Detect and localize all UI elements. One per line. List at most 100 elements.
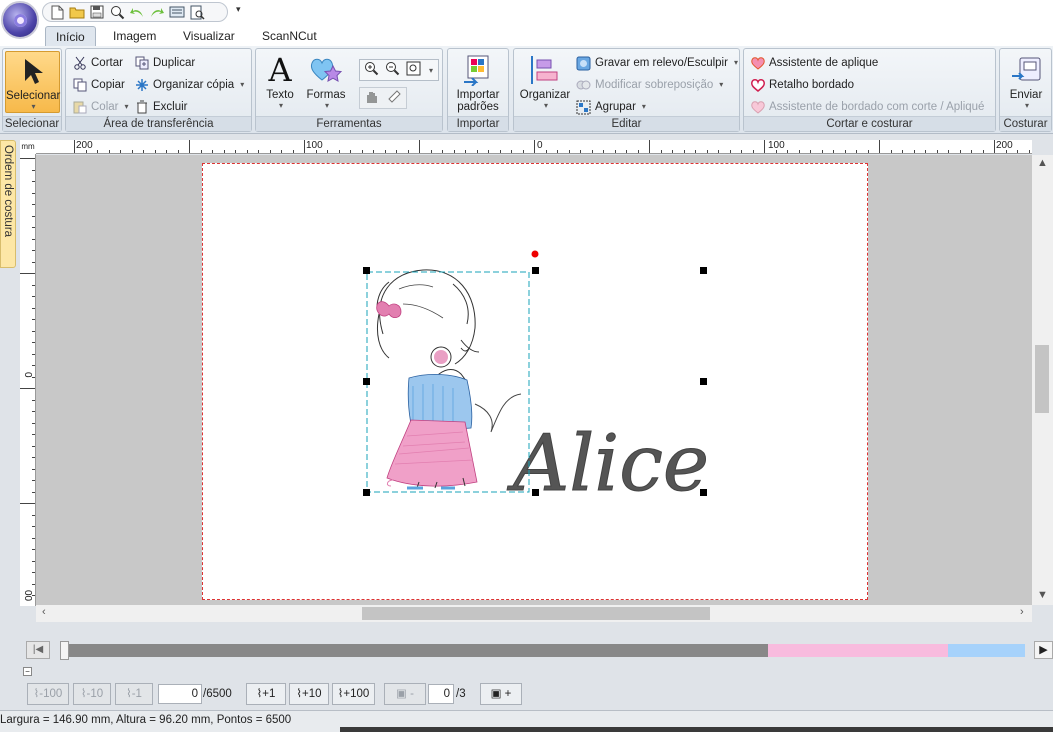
frame-icon: ▣ bbox=[396, 688, 411, 700]
stitch-minus-10-button[interactable]: ⌇-10 bbox=[73, 683, 111, 705]
open-folder-icon[interactable] bbox=[69, 4, 85, 20]
ruler-tick bbox=[960, 150, 961, 153]
save-icon[interactable] bbox=[89, 4, 105, 20]
vertical-scrollbar[interactable]: ▲ ▼ bbox=[1032, 155, 1053, 605]
cut-applique-wizard-label: Assistente de bordado com corte / Apliqu… bbox=[769, 101, 985, 113]
horizontal-scrollbar[interactable]: ‹ › bbox=[36, 605, 1032, 622]
arrange-copy-button[interactable]: Organizar cópia ▾ bbox=[134, 75, 244, 95]
duplicate-icon bbox=[134, 56, 149, 71]
scroll-down-icon[interactable]: ▼ bbox=[1037, 589, 1048, 601]
emboss-icon bbox=[576, 56, 591, 71]
collapse-toggle[interactable]: − bbox=[23, 667, 32, 676]
tab-inicio[interactable]: Início bbox=[45, 26, 96, 46]
sequence-color-segment[interactable] bbox=[948, 644, 1025, 657]
stitch-minus-100-button[interactable]: ⌇-100 bbox=[27, 683, 69, 705]
stitch-plus-1-button[interactable]: ⌇+1 bbox=[246, 683, 286, 705]
color-plus-button[interactable]: ▣ + bbox=[480, 683, 522, 705]
ruler-tick bbox=[189, 140, 190, 153]
embroidery-design[interactable]: Alice bbox=[203, 164, 869, 601]
zoom-icon[interactable] bbox=[109, 4, 125, 20]
tab-visualizar[interactable]: Visualizar bbox=[173, 26, 245, 46]
ruler-tick bbox=[546, 150, 547, 153]
paste-button[interactable]: Colar ▾ bbox=[72, 97, 129, 117]
design-page[interactable]: Alice bbox=[202, 163, 868, 600]
ruler-tick bbox=[810, 150, 811, 153]
ruler-tick bbox=[983, 150, 984, 153]
ruler-tick bbox=[914, 150, 915, 153]
duplicate-label: Duplicar bbox=[153, 57, 196, 69]
pan-hand-icon[interactable] bbox=[364, 89, 379, 107]
card-icon[interactable] bbox=[169, 4, 185, 20]
arrange-button[interactable]: Organizar ▾ bbox=[516, 51, 574, 110]
sequence-track[interactable] bbox=[64, 644, 1025, 657]
current-stitch-input[interactable]: 0 bbox=[158, 684, 202, 704]
girl-embroidery[interactable] bbox=[376, 269, 522, 490]
group-dropdown-icon: ▾ bbox=[641, 102, 646, 111]
ruler-tick bbox=[20, 388, 35, 389]
ruler-tick bbox=[707, 150, 708, 153]
quick-access-dropdown[interactable]: ▾ bbox=[236, 4, 241, 15]
ruler-tick bbox=[868, 150, 869, 153]
applique-wizard-button[interactable]: Assistente de aplique bbox=[750, 53, 878, 73]
tab-scanncut[interactable]: ScanNCut bbox=[252, 26, 327, 46]
zoom-in-icon[interactable] bbox=[364, 61, 379, 79]
sequence-start-button[interactable]: |◀ bbox=[26, 641, 50, 659]
patch-button[interactable]: Retalho bordado bbox=[750, 75, 854, 95]
scroll-right-icon[interactable]: › bbox=[1020, 606, 1024, 618]
cursor-arrow-icon bbox=[16, 54, 50, 88]
emboss-button[interactable]: Gravar em relevo/Esculpir ▾ bbox=[576, 53, 738, 73]
stitch-plus-100-button[interactable]: ⌇+100 bbox=[332, 683, 375, 705]
modify-overlap-label: Modificar sobreposição bbox=[595, 79, 714, 91]
color-minus-button[interactable]: ▣ - bbox=[384, 683, 426, 705]
delete-button[interactable]: Excluir bbox=[134, 97, 188, 117]
text-button[interactable]: A Texto ▾ bbox=[258, 51, 302, 110]
vertical-scroll-thumb[interactable] bbox=[1035, 345, 1049, 413]
stitch-plus-10-button[interactable]: ⌇+10 bbox=[289, 683, 329, 705]
app-menu-button[interactable] bbox=[1, 1, 39, 39]
sequence-color-segment[interactable] bbox=[768, 644, 948, 657]
ruler-tick bbox=[684, 150, 685, 153]
sequence-slider[interactable] bbox=[60, 641, 69, 660]
send-button[interactable]: Enviar ▾ bbox=[1002, 51, 1050, 110]
tab-imagem[interactable]: Imagem bbox=[103, 26, 166, 46]
rotate-handle[interactable] bbox=[531, 250, 539, 258]
ribbon-tabs: Início Imagem Visualizar ScanNCut bbox=[0, 26, 1053, 46]
new-file-icon[interactable] bbox=[49, 4, 65, 20]
copy-icon bbox=[72, 78, 87, 93]
hair-bow bbox=[376, 301, 402, 318]
cut-button[interactable]: Cortar bbox=[72, 53, 123, 73]
preview-icon[interactable] bbox=[189, 4, 205, 20]
group-button[interactable]: Agrupar ▾ bbox=[576, 97, 646, 117]
stitch-minus-1-button[interactable]: ⌇-1 bbox=[115, 683, 153, 705]
sequence-color-segment[interactable] bbox=[64, 644, 768, 657]
scroll-left-icon[interactable]: ‹ bbox=[42, 606, 46, 618]
shapes-button[interactable]: Formas ▾ bbox=[304, 51, 348, 110]
select-button[interactable]: Selecionar ▾ bbox=[5, 51, 60, 113]
redo-icon[interactable] bbox=[149, 4, 165, 20]
design-workarea[interactable]: Alice bbox=[36, 155, 1032, 605]
sewing-order-side-tab[interactable]: Ordem de costura bbox=[0, 140, 16, 268]
group-label: Agrupar bbox=[595, 101, 636, 113]
copy-button[interactable]: Copiar bbox=[72, 75, 125, 95]
modify-overlap-button[interactable]: Modificar sobreposição ▾ bbox=[576, 75, 723, 95]
current-color-input[interactable]: 0 bbox=[428, 684, 454, 704]
group-select-label: Selecionar bbox=[3, 116, 61, 131]
sequence-play-button[interactable]: ▶ bbox=[1034, 641, 1053, 659]
undo-icon[interactable] bbox=[129, 4, 145, 20]
horizontal-ruler: 200 100 0 100 200 bbox=[36, 140, 1032, 154]
zoom-dropdown-icon[interactable]: ▾ bbox=[429, 66, 433, 75]
stitch-minus-100-label: -100 bbox=[39, 688, 63, 700]
zoom-fit-icon[interactable] bbox=[406, 61, 421, 79]
stitch-plus-10-label: +10 bbox=[302, 688, 322, 700]
cut-applique-wizard-button[interactable]: Assistente de bordado com corte / Apliqu… bbox=[750, 97, 984, 117]
duplicate-button[interactable]: Duplicar bbox=[134, 53, 195, 73]
scroll-up-icon[interactable]: ▲ bbox=[1037, 157, 1048, 169]
text-dropdown-icon: ▾ bbox=[278, 101, 283, 110]
import-patterns-button[interactable]: Importar padrões bbox=[450, 51, 506, 113]
horizontal-scroll-thumb[interactable] bbox=[362, 607, 710, 620]
measure-icon[interactable] bbox=[387, 89, 402, 107]
zoom-out-icon[interactable] bbox=[385, 61, 400, 79]
copy-label: Copiar bbox=[91, 79, 125, 91]
cheek-blush bbox=[434, 350, 448, 364]
ruler-tick bbox=[672, 150, 673, 153]
